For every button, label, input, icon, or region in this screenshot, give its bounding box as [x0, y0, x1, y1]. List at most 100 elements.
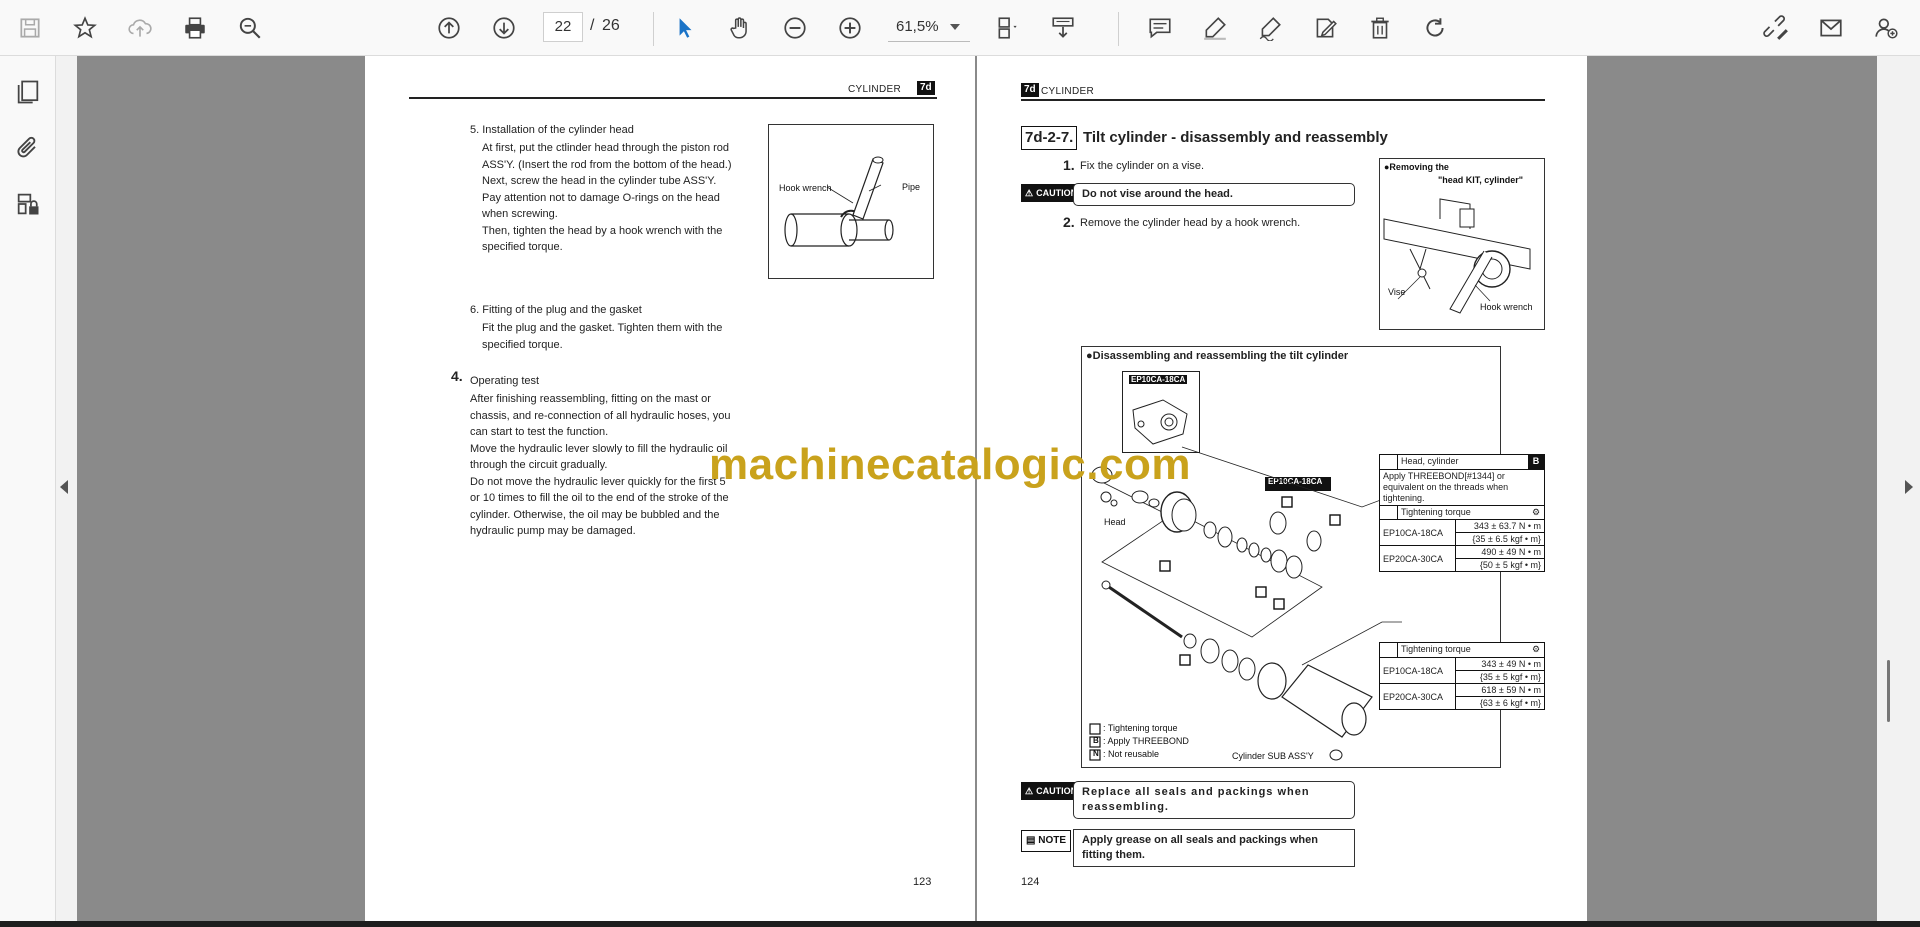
removing-head-figure: ●Removing the "head KIT, cylinder" Vise … [1379, 158, 1545, 330]
step2-number: 2. [1063, 214, 1075, 230]
wrench-icon: ⚙ [1531, 644, 1541, 654]
table2-value-2b: {63 ± 6 kgf • m} [1479, 698, 1541, 708]
header-rule [1021, 99, 1545, 101]
print-icon[interactable] [177, 10, 213, 46]
upload-cloud-icon[interactable] [122, 10, 158, 46]
zoom-out-icon[interactable] [777, 10, 813, 46]
hook-wrench-label: Hook wrench [1480, 302, 1533, 312]
step2-text: Remove the cylinder head by a hook wrenc… [1080, 217, 1301, 229]
step1-number: 1. [1063, 157, 1075, 173]
table1-letter: B [1528, 455, 1544, 469]
note-pad-icon: ▤ [1026, 835, 1036, 846]
legend-threebond: : Apply THREEBOND [1103, 736, 1189, 746]
zoom-search-icon[interactable] [232, 10, 268, 46]
left-sidebar [0, 56, 56, 921]
table1-note: Apply THREEBOND[#1344] or equivalent on … [1383, 471, 1509, 503]
table2-subtitle: Tightening torque [1401, 644, 1471, 654]
table1-subtitle: Tightening torque [1401, 507, 1471, 517]
page-number: 124 [1021, 876, 1040, 888]
layers-lock-icon[interactable] [12, 188, 44, 220]
delete-trash-icon[interactable] [1362, 10, 1398, 46]
page-header-badge: 7d [917, 81, 935, 95]
redo-rotate-icon[interactable] [1417, 10, 1453, 46]
head-cylinder-torque-table: Head, cylinder B Apply THREEBOND[#1344] … [1379, 454, 1545, 572]
right-sidebar [1878, 56, 1920, 921]
step4-number: 4. [451, 368, 463, 384]
step6-body: Fit the plug and the gasket. Tighten the… [482, 322, 723, 351]
comment-icon[interactable] [1142, 10, 1178, 46]
scroll-mode-icon[interactable] [1045, 10, 1081, 46]
email-icon[interactable] [1813, 10, 1849, 46]
table1-value-1a: 343 ± 63.7 N • m [1456, 520, 1544, 533]
vise-label: Vise [1388, 287, 1406, 297]
highlight-pen-icon[interactable] [1197, 10, 1233, 46]
page-thumbnails-icon[interactable] [12, 76, 44, 108]
toolbar-divider [653, 12, 654, 46]
previous-page-icon[interactable] [431, 10, 467, 46]
step5-title: 5. Installation of the cylinder head [470, 124, 634, 136]
bookmark-star-icon[interactable] [67, 10, 103, 46]
chevron-down-icon[interactable] [950, 24, 960, 30]
next-page-icon[interactable] [486, 10, 522, 46]
vertical-scrollbar-thumb[interactable] [1887, 660, 1890, 722]
table1-value-2b: {50 ± 5 kgf • m} [1479, 560, 1541, 570]
link-edit-icon[interactable] [1758, 10, 1794, 46]
hook-wrench-illustration [784, 156, 894, 247]
table2-value-1b: {35 ± 5 kgf • m} [1479, 672, 1541, 682]
header-rule [409, 97, 937, 99]
legend-letter-2: B [1093, 736, 1099, 745]
legend-letter-3: N [1093, 749, 1099, 758]
section-number: 7d-2-7. [1021, 126, 1078, 150]
page-header-badge: 7d [1021, 83, 1039, 97]
table1-value-1b: {35 ± 6.5 kgf • m} [1472, 534, 1541, 544]
select-cursor-icon[interactable] [667, 10, 703, 46]
expand-right-panel-arrow-icon[interactable] [1905, 480, 1913, 494]
step4-title: Operating test [470, 375, 540, 387]
table1-title: Head, cylinder [1401, 456, 1459, 466]
table1-value-2a: 490 ± 49 N • m [1456, 546, 1544, 559]
page-number-input[interactable]: 22 [543, 12, 583, 42]
head-label: Head [1104, 517, 1126, 527]
caution-message: Do not vise around the head. [1073, 183, 1355, 206]
zoom-in-icon[interactable] [832, 10, 868, 46]
page-fit-icon[interactable] [990, 10, 1026, 46]
table2-value-1a: 343 ± 49 N • m [1456, 658, 1544, 671]
table2-model-2: EP20CA-30CA [1380, 684, 1456, 709]
note-message: Apply grease on all seals and packings w… [1073, 829, 1355, 867]
removing-figure-subtitle: "head KIT, cylinder" [1438, 175, 1524, 185]
table1-model-1: EP10CA-18CA [1380, 520, 1456, 545]
cylinder-sub-assy-label: Cylinder SUB ASS'Y [1232, 751, 1314, 761]
step5-body: At first, put the ctlinder head through … [482, 142, 732, 253]
collapse-left-panel-arrow-icon[interactable] [60, 480, 68, 494]
page-separator: / [590, 17, 595, 34]
add-user-icon[interactable] [1868, 10, 1904, 46]
table2-value-2a: 618 ± 59 N • m [1456, 684, 1544, 697]
hand-tool-icon[interactable] [722, 10, 758, 46]
draw-sign-icon[interactable] [1252, 10, 1288, 46]
note-tag: ▤ NOTE [1021, 830, 1072, 852]
attachments-paperclip-icon[interactable] [12, 132, 44, 164]
removing-figure-title: ●Removing the [1384, 162, 1449, 172]
warning-triangle-icon: ⚠ [1025, 786, 1034, 796]
cylinder-torque-table: Tightening torque ⚙ EP10CA-18CA 343 ± 49… [1379, 642, 1545, 710]
page-total: 26 [602, 17, 620, 34]
step6-title: 6. Fitting of the plug and the gasket [470, 304, 642, 316]
wrench-icon: ⚙ [1531, 507, 1541, 517]
pipe-label: Pipe [902, 182, 921, 192]
step1-text: Fix the cylinder on a vise. [1080, 160, 1205, 172]
warning-triangle-icon: ⚠ [1025, 188, 1034, 198]
table2-model-1: EP10CA-18CA [1380, 658, 1456, 683]
save-icon[interactable] [12, 10, 48, 46]
table1-model-2: EP20CA-30CA [1380, 546, 1456, 571]
caution-message: Replace all seals and packings when reas… [1073, 781, 1355, 819]
taskbar-strip [0, 921, 1920, 927]
watermark: machinecatalogic.com [709, 440, 1191, 489]
toolbar-divider [1118, 12, 1119, 46]
stamp-icon[interactable] [1307, 10, 1343, 46]
legend-tightening: : Tightening torque [1103, 723, 1178, 733]
page-number: 123 [913, 876, 932, 888]
hook-wrench-figure: Hook wrench Pipe [768, 124, 934, 279]
legend-not-reusable: : Not reusable [1103, 749, 1160, 759]
page-header-title: CYLINDER [1041, 86, 1094, 97]
section-title: Tilt cylinder - disassembly and reassemb… [1083, 129, 1388, 146]
